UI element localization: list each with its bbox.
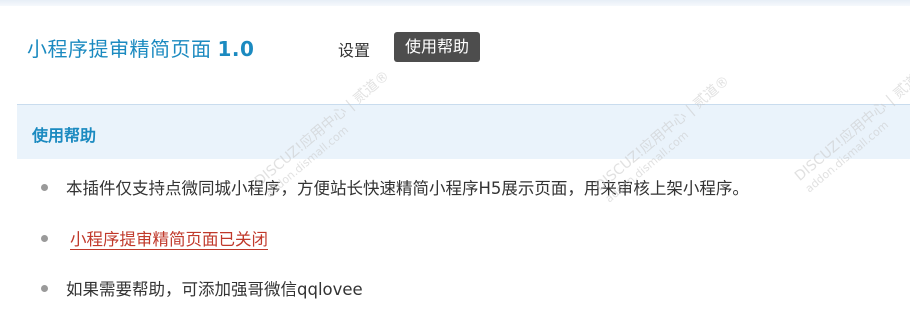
menu-settings[interactable]: 设置 <box>338 37 370 61</box>
plugin-header: 小程序提审精简页面 1.0 设置 使用帮助 <box>0 28 910 68</box>
app-version: 1.0 <box>217 37 255 61</box>
menu-help-active[interactable]: 使用帮助 <box>394 32 481 62</box>
top-strip <box>0 0 910 6</box>
bullet-icon <box>41 184 48 191</box>
help-item-text: 本插件仅支持点微同城小程序，方便站长快速精简小程序H5展示页面，用来审核上架小程… <box>66 179 749 198</box>
help-section-header: 使用帮助 <box>17 104 910 159</box>
app-title: 小程序提审精简页面 1.0 <box>27 33 254 62</box>
bullet-icon <box>41 235 48 242</box>
plugin-page: 小程序提审精简页面 1.0 设置 使用帮助 使用帮助 本插件仅支持点微同城小程序，… <box>0 0 910 335</box>
help-item-status: 小程序提审精简页面已关闭 <box>0 226 910 256</box>
status-link[interactable]: 小程序提审精简页面已关闭 <box>70 226 268 250</box>
bullet-icon <box>41 285 48 292</box>
help-section-title: 使用帮助 <box>32 126 97 145</box>
help-item-contact: 如果需要帮助，可添加强哥微信qqlovee <box>0 276 910 306</box>
app-title-text: 小程序提审精简页面 <box>27 37 212 61</box>
help-item-text: 如果需要帮助，可添加强哥微信qqlovee <box>66 280 363 299</box>
help-item-support: 本插件仅支持点微同城小程序，方便站长快速精简小程序H5展示页面，用来审核上架小程… <box>0 175 910 205</box>
